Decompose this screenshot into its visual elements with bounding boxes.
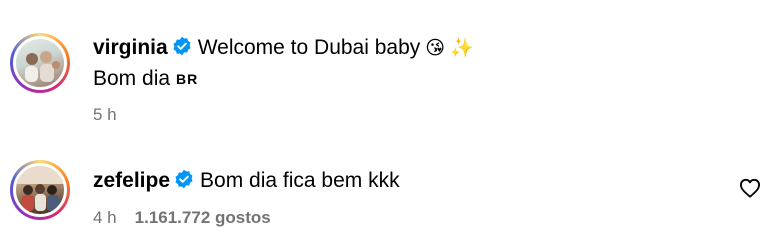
comment-timestamp[interactable]: 4 h xyxy=(93,208,117,227)
avatar-story-ring[interactable] xyxy=(10,160,70,220)
avatar-photo-icon xyxy=(16,166,64,211)
brazil-flag-icon: BR xyxy=(176,71,199,87)
comment-text: Bom dia fica bem kkk xyxy=(200,169,400,192)
heart-outline-icon[interactable] xyxy=(739,178,761,198)
sparkles-emoji-icon: ✨ xyxy=(450,37,474,59)
likes-count[interactable]: 1.161.772 gostos xyxy=(135,208,271,227)
comment-text-line-2: Bom dia xyxy=(93,67,171,90)
avatar[interactable] xyxy=(13,36,67,90)
comment-meta: 4 h 1.161.772 gostos xyxy=(93,208,271,228)
comment-second-line: Bom dia BR xyxy=(93,66,198,92)
kiss-emoji-icon: 😘 xyxy=(425,37,446,59)
username[interactable]: virginia xyxy=(93,36,168,59)
comment-body: virginia Welcome to Dubai baby 😘 ✨ xyxy=(93,35,474,61)
comment-timestamp[interactable]: 5 h xyxy=(93,105,117,124)
avatar[interactable] xyxy=(13,163,67,217)
verified-badge-icon xyxy=(173,36,191,56)
avatar-photo-icon xyxy=(25,51,60,82)
verified-badge-icon xyxy=(175,169,193,189)
avatar-story-ring[interactable] xyxy=(10,33,70,93)
comment-meta: 5 h xyxy=(93,105,117,125)
comment-text: Welcome to Dubai baby xyxy=(197,36,421,59)
username[interactable]: zefelipe xyxy=(93,169,170,192)
comment-body: zefelipe Bom dia fica bem kkk xyxy=(93,168,400,194)
